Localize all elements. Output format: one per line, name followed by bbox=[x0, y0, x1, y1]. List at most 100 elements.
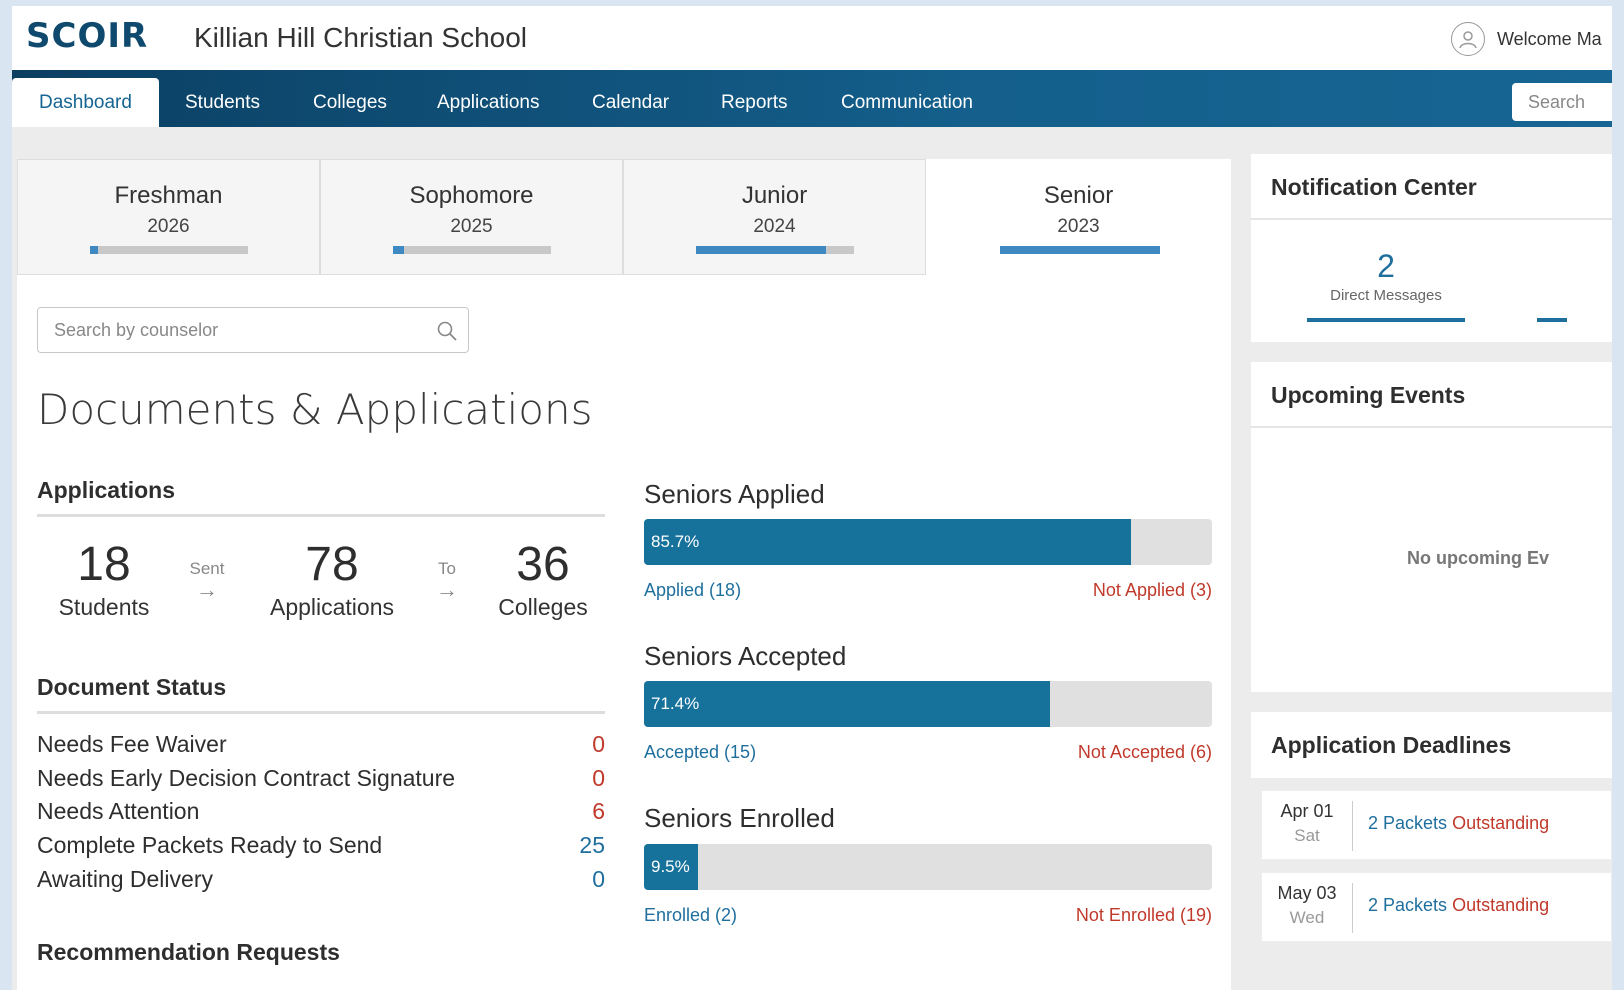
notification-center-panel: Notification Center 2 Direct Messages bbox=[1251, 154, 1612, 342]
arrow-right-icon: → bbox=[196, 577, 218, 602]
grade-year: 2025 bbox=[450, 216, 493, 237]
applications-label: Applications bbox=[269, 594, 395, 620]
deadline-packets[interactable]: 2 Packets Outstanding bbox=[1368, 895, 1549, 916]
notification-center-title: Notification Center bbox=[1251, 154, 1612, 220]
doc-status-row[interactable]: Awaiting Delivery 0 bbox=[37, 866, 605, 896]
grade-tab-junior[interactable]: Junior 2024 bbox=[623, 159, 926, 275]
doc-status-value: 25 bbox=[579, 832, 605, 858]
deadline-day: May 03 bbox=[1277, 883, 1337, 903]
doc-status-row[interactable]: Complete Packets Ready to Send 25 bbox=[37, 832, 605, 862]
deadline-packets[interactable]: 2 Packets Outstanding bbox=[1368, 813, 1549, 834]
deadline-packet-count: 2 Packets bbox=[1368, 895, 1448, 915]
upcoming-events-panel: Upcoming Events No upcoming Ev bbox=[1251, 362, 1612, 692]
user-menu[interactable]: Welcome Ma bbox=[1451, 22, 1612, 56]
deadline-row[interactable]: Apr 01 Sat 2 Packets Outstanding bbox=[1261, 790, 1612, 860]
direct-messages-count: 2 bbox=[1377, 248, 1395, 284]
grade-name: Junior bbox=[741, 182, 808, 209]
counselor-search bbox=[37, 307, 469, 353]
grade-progress-bar bbox=[696, 246, 854, 254]
deadline-row[interactable]: May 03 Wed 2 Packets Outstanding bbox=[1261, 872, 1612, 942]
seniors-enrolled-bar: 9.5% bbox=[644, 844, 1212, 890]
nav-tab-students[interactable]: Students bbox=[185, 78, 260, 127]
colleges-stat[interactable]: 36 Colleges bbox=[491, 537, 595, 621]
grade-name: Freshman bbox=[114, 182, 223, 209]
search-icon[interactable] bbox=[436, 320, 458, 347]
no-events-message: No upcoming Ev bbox=[1407, 548, 1550, 568]
doc-status-row[interactable]: Needs Attention 6 bbox=[37, 798, 605, 828]
school-name: Killian Hill Christian School bbox=[194, 22, 528, 53]
nav-tab-calendar[interactable]: Calendar bbox=[592, 78, 669, 127]
doc-status-row[interactable]: Needs Fee Waiver 0 bbox=[37, 731, 605, 761]
grade-tab-senior[interactable]: Senior 2023 bbox=[927, 159, 1230, 275]
sent-label: Sent bbox=[189, 559, 225, 578]
doc-status-value: 6 bbox=[592, 798, 605, 824]
application-deadlines-title: Application Deadlines bbox=[1271, 732, 1512, 758]
applications-heading: Applications bbox=[37, 477, 605, 517]
not-applied-link[interactable]: Not Applied (3) bbox=[644, 580, 1212, 601]
deadline-date: Apr 01 Sat bbox=[1262, 801, 1352, 846]
seniors-applied-fill: 85.7% bbox=[644, 519, 1131, 565]
seniors-enrolled-fill: 9.5% bbox=[644, 844, 698, 890]
deadline-day: Apr 01 bbox=[1280, 801, 1334, 821]
seniors-accepted-title: Seniors Accepted bbox=[644, 641, 847, 671]
deadline-divider bbox=[1352, 801, 1353, 851]
direct-messages-tab[interactable]: 2 Direct Messages bbox=[1311, 248, 1461, 304]
doc-status-row[interactable]: Needs Early Decision Contract Signature … bbox=[37, 765, 605, 795]
doc-status-value: 0 bbox=[592, 765, 605, 791]
grade-progress-fill bbox=[696, 246, 826, 254]
not-accepted-link[interactable]: Not Accepted (6) bbox=[644, 742, 1212, 763]
grade-year: 2026 bbox=[147, 216, 190, 237]
grade-progress-bar bbox=[90, 246, 248, 254]
global-search-input[interactable]: Search bbox=[1512, 83, 1612, 121]
grade-progress-fill bbox=[1000, 246, 1160, 254]
colleges-count: 36 bbox=[516, 538, 570, 591]
to-flow: To → bbox=[422, 559, 472, 601]
deadline-packet-status: Outstanding bbox=[1452, 813, 1550, 833]
applications-count: 78 bbox=[305, 538, 359, 591]
recommendation-requests-heading: Recommendation Requests bbox=[37, 939, 340, 965]
grade-progress-fill bbox=[393, 246, 405, 254]
doc-status-label: Awaiting Delivery bbox=[37, 866, 213, 892]
nav-tab-communication[interactable]: Communication bbox=[841, 78, 973, 127]
deadline-weekday: Wed bbox=[1289, 908, 1325, 927]
nav-tab-applications[interactable]: Applications bbox=[437, 78, 539, 127]
students-count: 18 bbox=[77, 538, 131, 591]
deadline-packet-count: 2 Packets bbox=[1368, 813, 1448, 833]
nav-tab-dashboard[interactable]: Dashboard bbox=[12, 78, 159, 127]
applications-stat[interactable]: 78 Applications bbox=[257, 537, 407, 621]
to-label: To bbox=[438, 559, 456, 578]
deadline-weekday: Sat bbox=[1294, 826, 1320, 845]
deadline-date: May 03 Wed bbox=[1262, 883, 1352, 928]
students-label: Students bbox=[58, 594, 150, 620]
app-window: SCOIR Killian Hill Christian School Welc… bbox=[12, 6, 1612, 990]
user-avatar-icon[interactable] bbox=[1451, 22, 1485, 56]
scoir-logo[interactable]: SCOIR bbox=[26, 16, 148, 56]
deadline-divider bbox=[1352, 883, 1353, 933]
arrow-right-icon: → bbox=[436, 577, 458, 602]
grade-progress-bar bbox=[393, 246, 551, 254]
not-enrolled-link[interactable]: Not Enrolled (19) bbox=[644, 905, 1212, 926]
grade-tabs: Freshman 2026 Sophomore 2025 Junior 2024… bbox=[17, 159, 1230, 275]
grade-progress-fill bbox=[90, 246, 98, 254]
seniors-accepted-bar: 71.4% bbox=[644, 681, 1212, 727]
grade-name: Sophomore bbox=[409, 182, 534, 209]
grade-tab-sophomore[interactable]: Sophomore 2025 bbox=[320, 159, 623, 275]
direct-messages-label: Direct Messages bbox=[1330, 287, 1442, 304]
students-stat[interactable]: 18 Students bbox=[47, 537, 161, 621]
grade-name: Senior bbox=[1043, 182, 1114, 209]
seniors-applied-bar: 85.7% bbox=[644, 519, 1212, 565]
doc-status-label: Complete Packets Ready to Send bbox=[37, 832, 383, 858]
sent-flow: Sent → bbox=[182, 559, 232, 601]
grade-tab-freshman[interactable]: Freshman 2026 bbox=[17, 159, 320, 275]
counselor-search-input[interactable] bbox=[38, 308, 418, 352]
doc-status-label: Needs Attention bbox=[37, 798, 200, 824]
doc-status-label: Needs Fee Waiver bbox=[37, 731, 227, 757]
top-bar: SCOIR Killian Hill Christian School Welc… bbox=[12, 6, 1612, 70]
nav-tab-colleges[interactable]: Colleges bbox=[313, 78, 387, 127]
welcome-text[interactable]: Welcome Ma bbox=[1497, 29, 1612, 50]
main-content: Freshman 2026 Sophomore 2025 Junior 2024… bbox=[17, 159, 1231, 990]
application-deadlines-panel: Application Deadlines bbox=[1251, 712, 1612, 778]
nav-tab-reports[interactable]: Reports bbox=[721, 78, 788, 127]
upcoming-events-title: Upcoming Events bbox=[1251, 362, 1612, 428]
document-status-heading: Document Status bbox=[37, 674, 605, 714]
